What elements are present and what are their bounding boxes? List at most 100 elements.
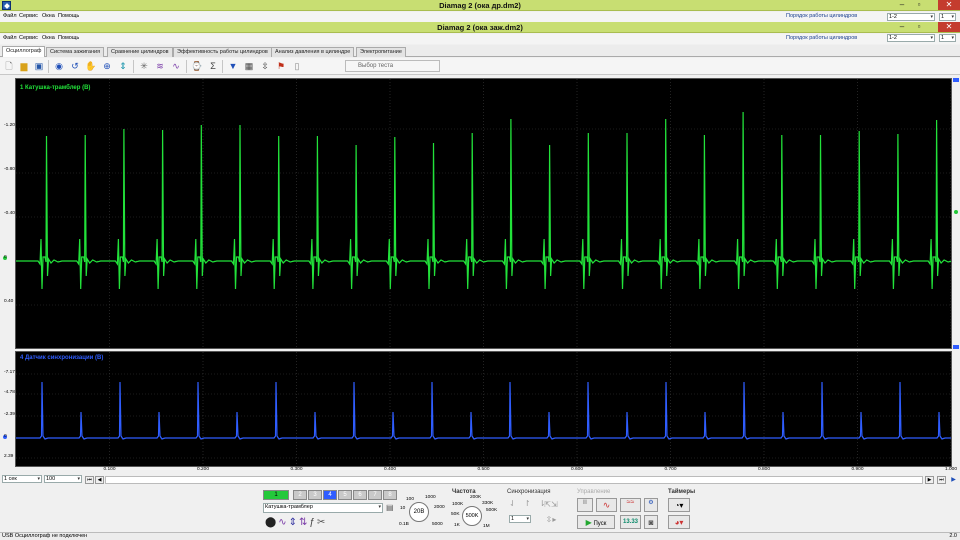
minimize-button[interactable]: – — [894, 22, 910, 32]
channel4-plot[interactable]: 4 Датчик синхронизации (В) — [15, 351, 952, 467]
wave-icon[interactable]: ∿ — [278, 517, 288, 528]
frequency-knob[interactable]: 500K — [462, 506, 482, 526]
start-button[interactable]: ▶ Пуск — [577, 515, 615, 529]
loop-icon[interactable]: ↺ — [69, 60, 81, 72]
trigger-marker-bottom[interactable] — [953, 345, 959, 349]
tools-icon[interactable]: ✂ — [317, 517, 327, 528]
wave-compare-icon[interactable]: ≋ — [154, 60, 166, 72]
menu-file[interactable]: Файл — [3, 35, 17, 41]
cyl-count-select[interactable]: 1 — [939, 34, 956, 42]
channel4-ytick: -7.17 — [4, 370, 15, 375]
new-file-icon[interactable]: 🗋 — [3, 60, 15, 72]
auto-button[interactable]: ⚙ — [644, 498, 658, 512]
save-icon[interactable]: ▣ — [33, 60, 45, 72]
hand-icon[interactable]: ✋ — [85, 60, 97, 72]
scroll-right-button[interactable]: ▶ — [925, 476, 934, 484]
timer-2-icon[interactable]: ◕▾ — [668, 515, 690, 529]
channel-button-5[interactable]: 5 — [338, 490, 352, 500]
channel1-trace — [16, 111, 951, 290]
x-tick: 0.800 — [757, 467, 771, 472]
channel-name-select[interactable]: Катушка-трамблер — [263, 503, 383, 513]
channel-button-4[interactable]: 4 — [323, 490, 337, 500]
sync-mode-icons[interactable]: ⇱⇲ ⇳▸ — [537, 497, 565, 527]
menubar-1: Файл Сервис Окна Помощь Порядок работы ц… — [0, 12, 960, 22]
menu-help[interactable]: Помощь — [58, 35, 79, 41]
tab-oscilloscope[interactable]: Осциллограф — [2, 46, 46, 57]
timers-title: Таймеры — [668, 489, 696, 495]
page-icon[interactable]: ▯ — [291, 60, 303, 72]
channel1-svg — [16, 79, 951, 348]
cyl-order-select[interactable]: 1-2 — [887, 34, 935, 42]
sync-channel-select[interactable]: 1 — [509, 515, 531, 523]
cyl-count-select[interactable]: 1 — [939, 13, 956, 21]
window-title-2: Diamag 2 (ока заж.dm2) — [437, 23, 523, 32]
x-tick: 0.500 — [477, 467, 490, 472]
open-folder-icon[interactable]: ▆ — [18, 60, 30, 72]
tab-cylinder-efficiency[interactable]: Эффективность работы цилиндров — [173, 47, 272, 57]
zoom-icon[interactable]: ⊕ — [101, 60, 113, 72]
filter-icon[interactable]: ▼ — [227, 60, 239, 72]
test-select[interactable]: Выбор теста — [345, 60, 440, 72]
zero-icon[interactable]: Σ — [207, 60, 219, 72]
cyl-order-select[interactable]: 1-2 — [887, 13, 935, 21]
amplitude-knob-group: 100 1000 10 2000 0.1В 5000 20В — [399, 495, 445, 527]
x-tick: 0.200 — [196, 467, 210, 472]
channel-button-1[interactable]: 1 — [263, 490, 289, 500]
zoom-select[interactable]: 100 — [44, 475, 82, 483]
channel-settings-icon[interactable]: ▤ — [386, 503, 396, 513]
trigger-level-marker[interactable] — [954, 210, 958, 214]
fit-icon[interactable]: ⇕ — [117, 60, 129, 72]
menu-service[interactable]: Сервис — [19, 35, 38, 41]
camera-icon[interactable]: ◙ — [644, 515, 658, 529]
menu-service[interactable]: Сервис — [19, 13, 38, 19]
function-icon[interactable]: ƒ — [309, 517, 317, 528]
menu-help[interactable]: Помощь — [58, 13, 79, 19]
channel-button-3[interactable]: 3 — [308, 490, 322, 500]
timer-icon[interactable]: ⌚ — [191, 60, 203, 72]
sync-title: Синхронизация — [507, 489, 551, 495]
channel-button-2[interactable]: 2 — [293, 490, 307, 500]
probe-icon[interactable]: ⬤ — [265, 517, 278, 528]
maximize-button[interactable]: ▫ — [911, 0, 927, 10]
record-icon[interactable]: ◉ — [53, 60, 65, 72]
channel1-plot[interactable]: 1 Катушка-трамблер (В) — [15, 78, 952, 349]
channel4-label: 4 Датчик синхронизации (В) — [20, 355, 104, 361]
menu-file[interactable]: Файл — [3, 13, 17, 19]
menu-windows[interactable]: Окна — [42, 13, 55, 19]
close-button[interactable]: ✕ — [938, 0, 960, 10]
channel-button-6[interactable]: 6 — [353, 490, 367, 500]
window-titlebar-1: Diamag 2 (ока др.dm2) – ▫ ✕ — [0, 0, 960, 11]
tab-cylinder-compare[interactable]: Сравнение цилиндров — [107, 47, 173, 57]
scroll-last-button[interactable]: ⏭ — [937, 476, 946, 484]
scroll-left-button[interactable]: ◀ — [95, 476, 104, 484]
timebase-select[interactable]: 1 сек — [2, 475, 42, 483]
scroll-first-button[interactable]: ⏮ — [85, 476, 94, 484]
horizontal-scrollbar[interactable] — [105, 476, 923, 484]
pause-button[interactable]: Ⅲ — [577, 498, 593, 512]
menu-windows[interactable]: Окна — [42, 35, 55, 41]
wave-overlay-icon[interactable]: ∿ — [170, 60, 182, 72]
tab-pressure-analysis[interactable]: Анализ давления в цилиндре — [271, 47, 355, 57]
invert-icon[interactable]: ⇅ — [299, 517, 309, 528]
menubar-2: Файл Сервис Окна Помощь Порядок работы ц… — [0, 34, 960, 44]
close-button[interactable]: ✕ — [938, 22, 960, 32]
x-tick: 0.100 — [103, 467, 116, 472]
channel-button-8[interactable]: 8 — [383, 490, 397, 500]
tab-bar: Осциллограф Система зажигания Сравнение … — [0, 45, 960, 57]
tab-power[interactable]: Электропитание — [356, 47, 406, 57]
maximize-button[interactable]: ▫ — [911, 22, 927, 32]
grid-icon[interactable]: ▦ — [243, 60, 255, 72]
minimize-button[interactable]: – — [894, 0, 910, 10]
trigger-marker-top[interactable] — [953, 78, 959, 82]
split-icon[interactable]: ⇳ — [259, 60, 271, 72]
cursor-icon[interactable]: ✳ — [138, 60, 150, 72]
channel-button-7[interactable]: 7 — [368, 490, 382, 500]
scroll-play-icon[interactable]: ▶ — [949, 476, 958, 484]
offset-icon[interactable]: ⇕ — [289, 517, 299, 528]
sine-wave-button[interactable]: ∿ — [596, 498, 617, 512]
marker-icon[interactable]: ⚑ — [275, 60, 287, 72]
timer-1-icon[interactable]: ◔▾ — [668, 498, 690, 512]
multi-wave-button[interactable]: ≈≈ — [620, 498, 641, 512]
tab-ignition[interactable]: Система зажигания — [46, 47, 105, 57]
amplitude-knob[interactable]: 20В — [409, 502, 429, 522]
